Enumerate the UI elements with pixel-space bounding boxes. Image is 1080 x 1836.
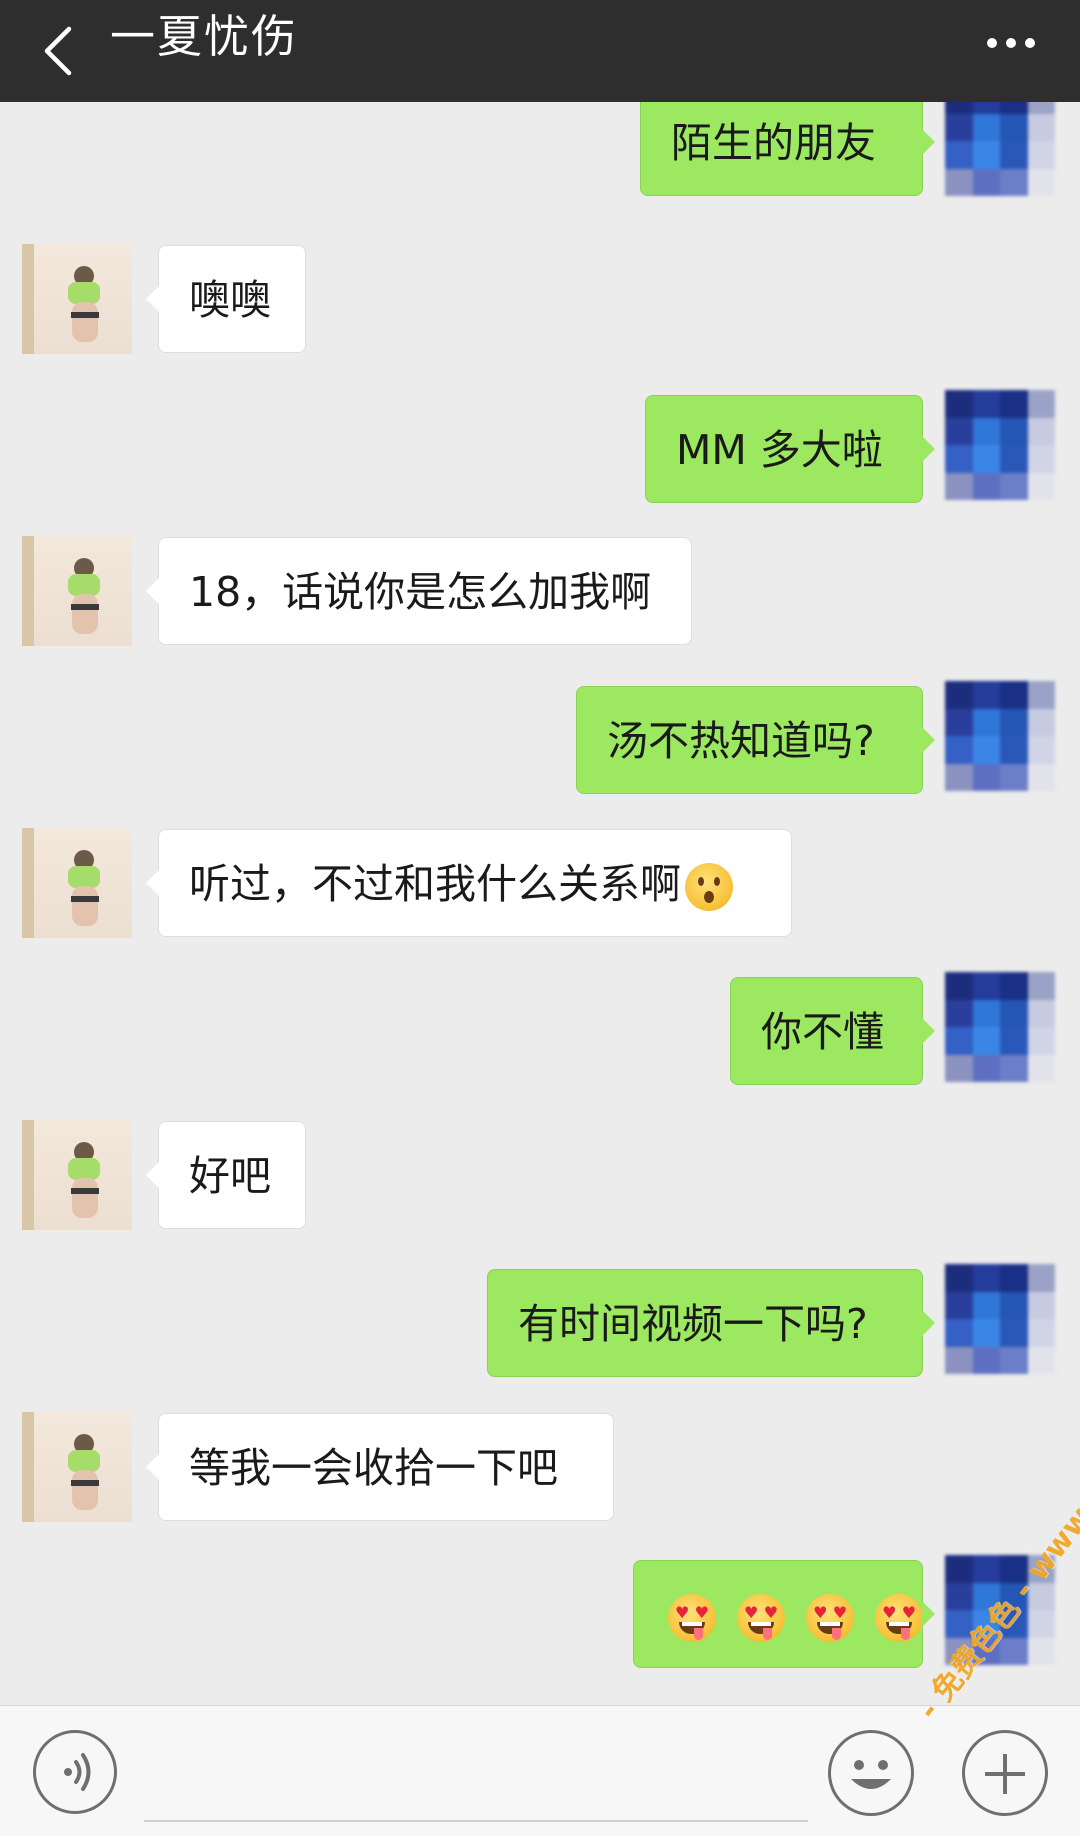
chevron-left-icon <box>44 26 72 76</box>
more-button[interactable] <box>976 18 1046 68</box>
heart-eyes-drooling-emoji: ♥ ♥ <box>668 1594 716 1642</box>
heart-eyes-drooling-emoji: ♥ ♥ <box>875 1594 924 1642</box>
sent-message-bubble[interactable]: 有时间视频一下吗? <box>487 1269 935 1377</box>
plus-button[interactable] <box>962 1730 1048 1816</box>
sent-message-bubble[interactable]: ♥ ♥ ♥ ♥ ♥ ♥ ♥ ♥ <box>633 1560 935 1668</box>
message-row: 等我一会收拾一下吧 <box>0 1412 1080 1522</box>
message-row: 噢噢 <box>0 244 1080 354</box>
my-avatar[interactable] <box>945 1264 1055 1374</box>
emoji-button[interactable] <box>828 1730 914 1816</box>
voice-icon <box>64 1753 91 1791</box>
smiley-icon <box>851 1760 891 1789</box>
sent-message-bubble[interactable]: MM 多大啦 <box>645 395 935 503</box>
sent-message-bubble[interactable]: 陌生的朋友 <box>640 102 935 196</box>
message-text: 好吧 <box>189 1152 271 1200</box>
sent-message-bubble[interactable]: 你不懂 <box>730 977 935 1085</box>
chat-title: 一夏忧伤 <box>110 10 299 63</box>
contact-avatar[interactable] <box>22 828 132 938</box>
heart-eyes-drooling-emoji: ♥ ♥ <box>737 1594 786 1642</box>
message-row: 陌生的朋友 <box>0 102 1080 218</box>
message-text: 有时间视频一下吗? <box>518 1300 868 1348</box>
message-text: 噢噢 <box>189 276 271 324</box>
heart-eyes-drooling-emoji: ♥ ♥ <box>806 1594 855 1642</box>
received-message-bubble[interactable]: 听过，不过和我什么关系啊 <box>146 829 792 937</box>
message-text: 听过，不过和我什么关系啊 <box>189 860 681 908</box>
contact-avatar[interactable] <box>22 1412 132 1522</box>
sent-message-bubble[interactable]: 汤不热知道吗? <box>576 686 935 794</box>
message-text: 18，话说你是怎么加我啊 <box>189 568 652 616</box>
contact-avatar[interactable] <box>22 536 132 646</box>
message-row: 18，话说你是怎么加我啊 <box>0 536 1080 646</box>
message-text: 等我一会收拾一下吧 <box>189 1444 558 1492</box>
message-text: 汤不热知道吗? <box>607 717 875 765</box>
more-dots-icon <box>987 38 1035 48</box>
message-row: 好吧 <box>0 1120 1080 1230</box>
my-avatar[interactable] <box>945 972 1055 1082</box>
message-row: 有时间视频一下吗? <box>0 1264 1080 1396</box>
chat-message-list[interactable]: 陌生的朋友 噢噢 MM 多大啦 18，话说你是怎么加我啊 汤不热知道吗? 听过，… <box>0 102 1080 1705</box>
message-text: 你不懂 <box>761 1008 884 1056</box>
received-message-bubble[interactable]: 等我一会收拾一下吧 <box>146 1413 614 1521</box>
my-avatar[interactable] <box>945 390 1055 500</box>
voice-button[interactable] <box>33 1730 117 1814</box>
input-bar <box>0 1705 1080 1836</box>
received-message-bubble[interactable]: 18，话说你是怎么加我啊 <box>146 537 692 645</box>
message-row: 你不懂 <box>0 972 1080 1104</box>
message-row: MM 多大啦 <box>0 390 1080 522</box>
hushed-face-emoji <box>685 863 733 911</box>
received-message-bubble[interactable]: 好吧 <box>146 1121 306 1229</box>
contact-avatar[interactable] <box>22 244 132 354</box>
contact-avatar[interactable] <box>22 1120 132 1230</box>
chat-header: 一夏忧伤 <box>0 0 1080 102</box>
my-avatar[interactable] <box>945 102 1055 196</box>
message-row: ♥ ♥ ♥ ♥ ♥ ♥ ♥ ♥ <box>0 1555 1080 1687</box>
received-message-bubble[interactable]: 噢噢 <box>146 245 306 353</box>
message-input[interactable] <box>144 1728 808 1822</box>
message-row: 汤不热知道吗? <box>0 681 1080 813</box>
message-text: 陌生的朋友 <box>671 119 876 167</box>
message-row: 听过，不过和我什么关系啊 <box>0 828 1080 938</box>
back-button[interactable] <box>28 16 88 86</box>
my-avatar[interactable] <box>945 681 1055 791</box>
message-text: MM 多大啦 <box>676 426 883 474</box>
